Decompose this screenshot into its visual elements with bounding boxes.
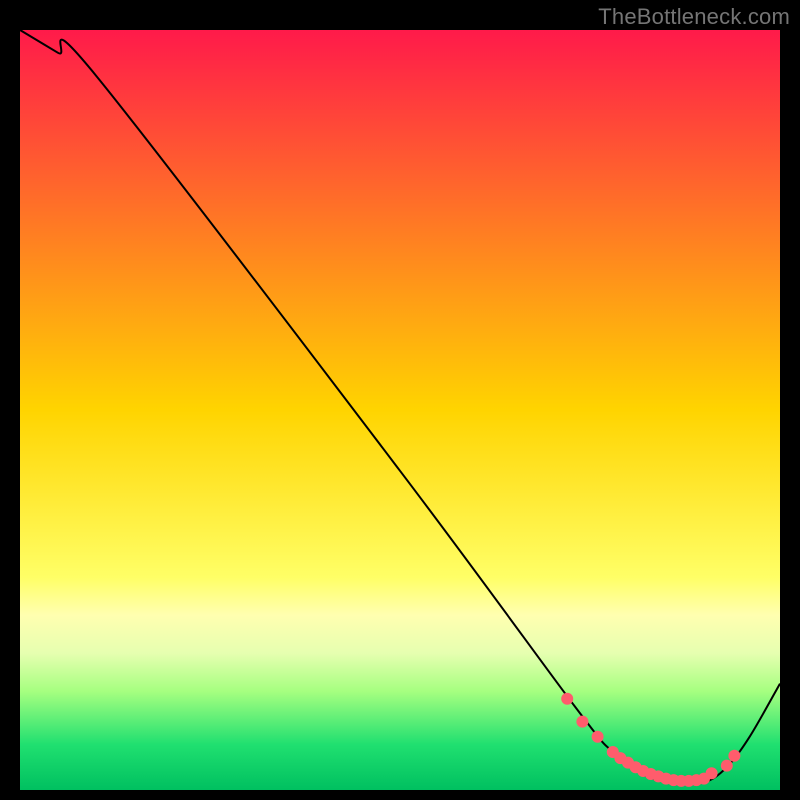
chart-background-gradient — [20, 30, 780, 790]
optimal-zone-dot — [592, 731, 604, 743]
optimal-zone-dot — [561, 693, 573, 705]
optimal-zone-dot — [721, 760, 733, 772]
optimal-zone-dot — [706, 767, 718, 779]
attribution-label: TheBottleneck.com — [598, 4, 790, 30]
optimal-zone-dot — [728, 750, 740, 762]
optimal-zone-dot — [576, 716, 588, 728]
bottleneck-chart — [0, 0, 800, 800]
